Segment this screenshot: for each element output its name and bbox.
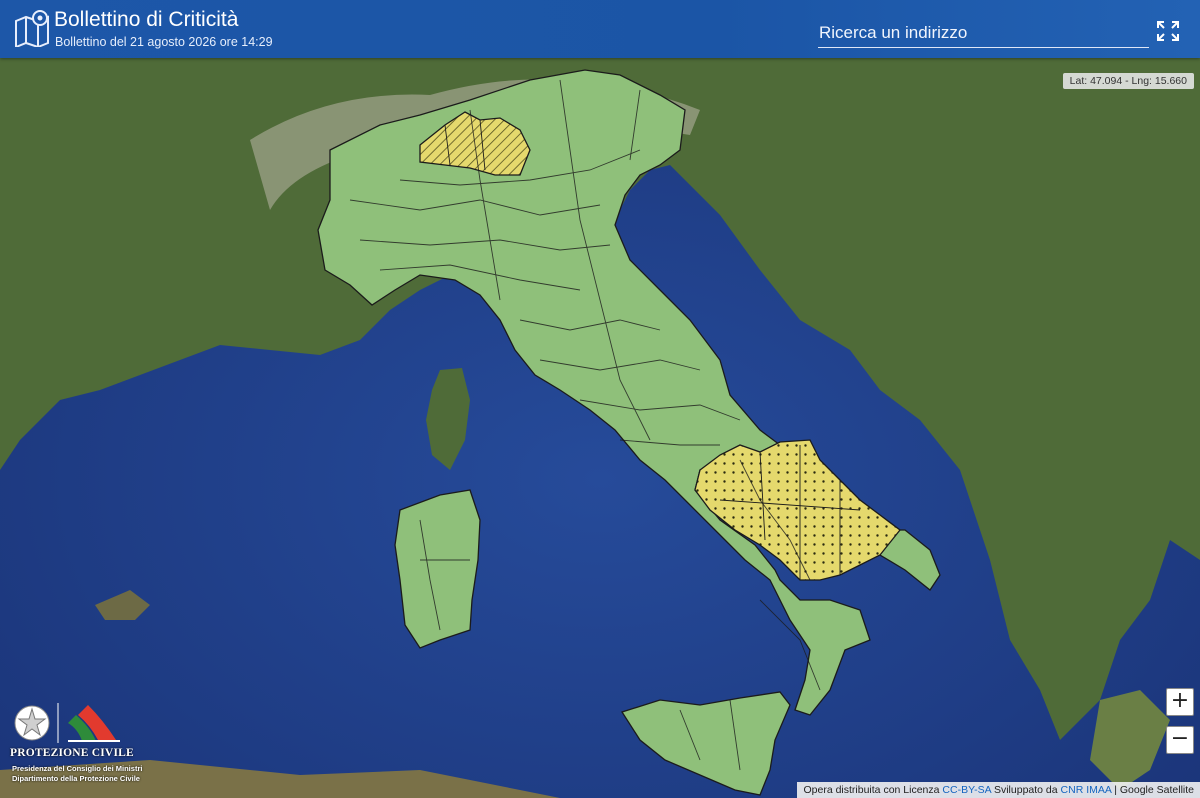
fullscreen-icon[interactable] xyxy=(1156,20,1180,42)
imagery-credit: | Google Satellite xyxy=(1114,784,1194,796)
map-pin-icon xyxy=(15,10,49,47)
brand-name: PROTEZIONE CIVILE xyxy=(10,747,134,759)
map-canvas[interactable] xyxy=(0,0,1200,798)
address-search-input[interactable] xyxy=(818,21,1149,48)
zoom-in-button[interactable]: + xyxy=(1166,688,1194,716)
brand-line2: Dipartimento della Protezione Civile xyxy=(12,774,140,783)
attribution-bar: Opera distribuita con Licenza CC-BY-SA S… xyxy=(797,782,1200,798)
developer-link[interactable]: CNR IMAA xyxy=(1061,784,1112,796)
bulletin-date: Bollettino del 21 agosto 2026 ore 14:29 xyxy=(55,35,273,49)
attribution-developed: Sviluppato da xyxy=(993,784,1058,796)
page-title: Bollettino di Criticità xyxy=(54,8,239,31)
coordinates-readout: Lat: 47.094 - Lng: 15.660 xyxy=(1062,73,1194,89)
zoom-out-button[interactable]: − xyxy=(1166,726,1194,754)
region-sardinia[interactable] xyxy=(394,489,481,649)
attribution-prefix: Opera distribuita con Licenza xyxy=(803,784,940,796)
brand-line1: Presidenza del Consiglio dei Ministri xyxy=(12,764,143,773)
app-header: Bollettino di Criticità Bollettino del 2… xyxy=(0,0,1200,58)
license-link[interactable]: CC-BY-SA xyxy=(942,784,991,796)
